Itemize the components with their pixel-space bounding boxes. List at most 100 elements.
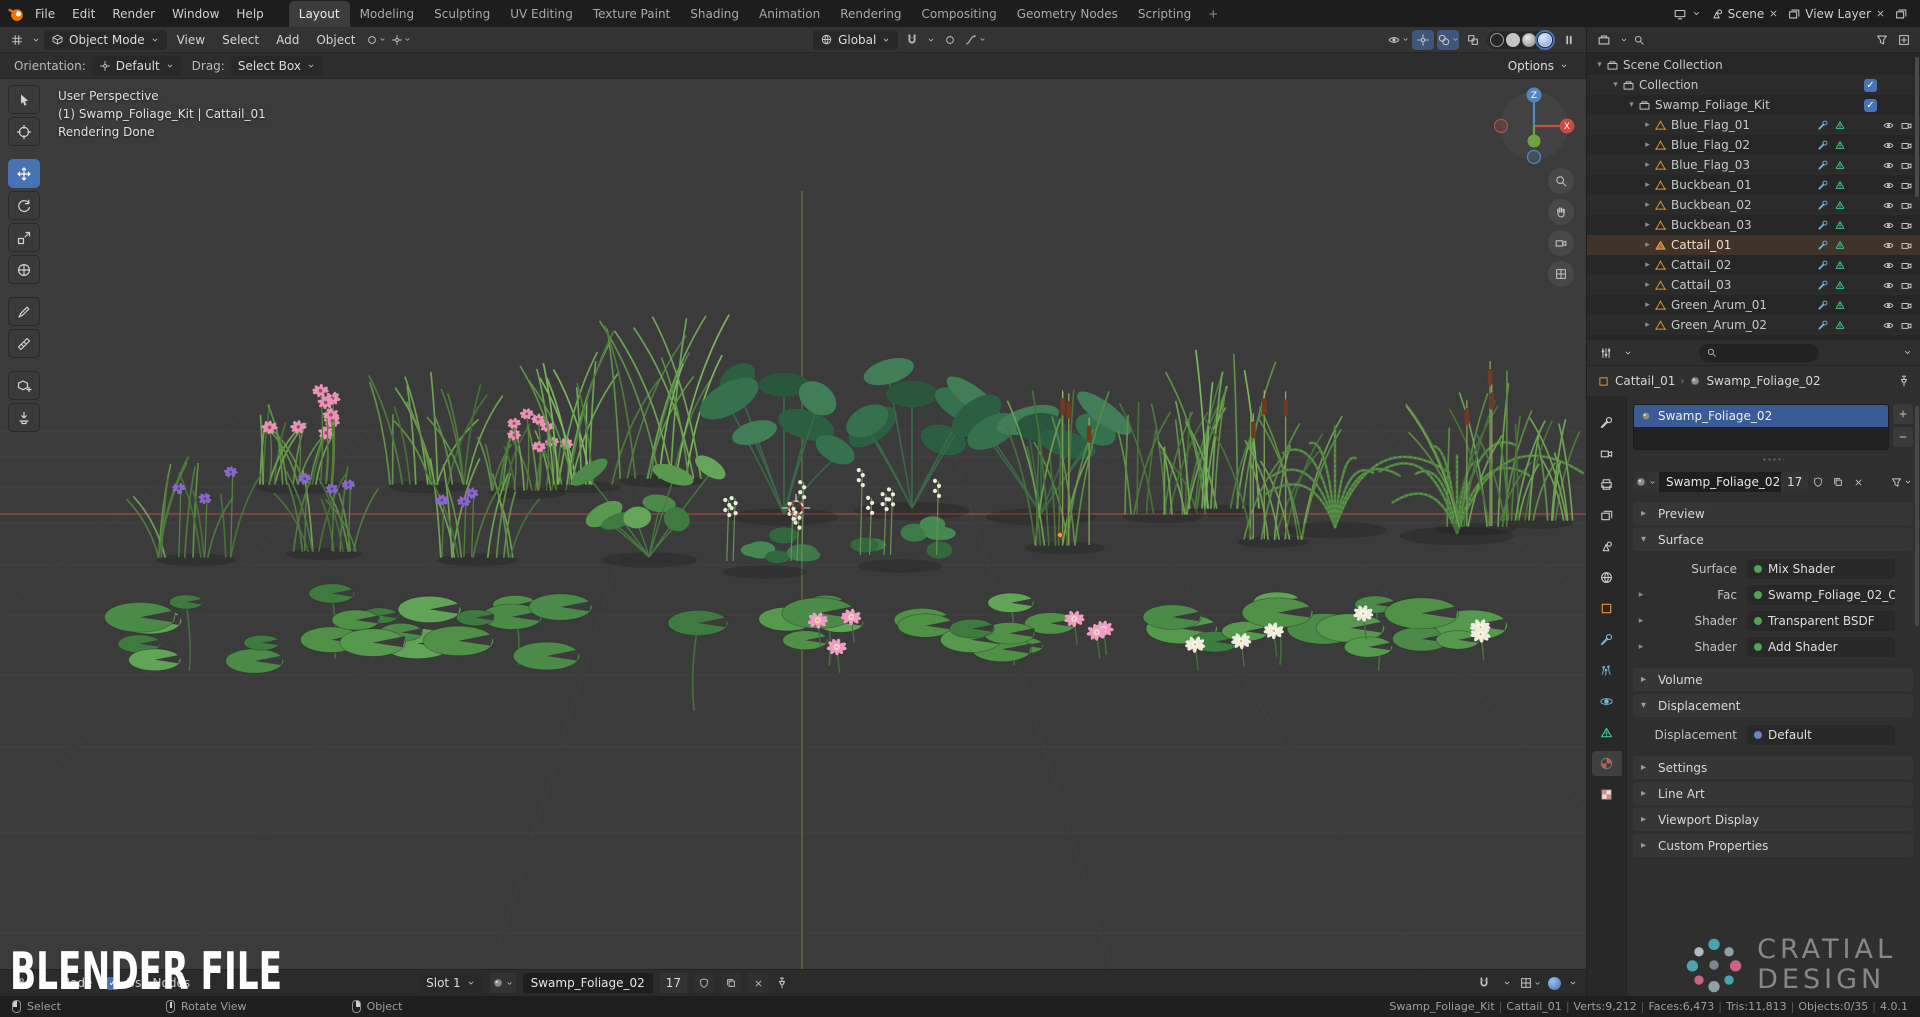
proportional-falloff-dropdown[interactable] <box>964 30 986 50</box>
shading-rendered-button[interactable] <box>1535 29 1555 50</box>
outliner-row-cattail-01[interactable]: ▸ Cattail_01 <box>1587 235 1920 255</box>
panel-surface[interactable]: ▾ Surface <box>1633 528 1913 551</box>
property-value-default[interactable]: Default <box>1747 725 1895 745</box>
material-slot[interactable]: Swamp_Foliage_02 <box>1634 405 1888 427</box>
tab-material[interactable] <box>1591 751 1622 776</box>
tab-compositing[interactable]: Compositing <box>911 1 1006 27</box>
collection-checkbox[interactable]: ✓ <box>1864 78 1877 92</box>
shading-material-button[interactable] <box>1522 32 1536 47</box>
new-material-button[interactable] <box>721 973 742 993</box>
tab-view-layer[interactable] <box>1592 503 1622 528</box>
menu-help[interactable]: Help <box>228 3 271 25</box>
view-layer-selector[interactable]: View Layer <box>1787 7 1886 21</box>
tool-scale[interactable] <box>8 223 40 252</box>
outliner-scrollbar[interactable] <box>1915 57 1919 197</box>
disclosure-triangle-icon[interactable]: ▾ <box>1593 60 1606 70</box>
hide-viewport-icon[interactable] <box>1882 299 1895 312</box>
disable-render-icon[interactable] <box>1900 259 1913 272</box>
tab-data[interactable] <box>1592 720 1622 745</box>
menu-render[interactable]: Render <box>104 3 163 25</box>
property-value-swamp-foliage-02-o-[interactable]: Swamp_Foliage_02_O... <box>1747 585 1895 605</box>
proportional-edit-toggle[interactable] <box>939 30 961 50</box>
transform-orientation-dropdown[interactable]: Global <box>813 29 899 50</box>
tab-modeling[interactable]: Modeling <box>350 1 425 27</box>
pause-render-button[interactable] <box>1558 30 1580 50</box>
tool-annotate[interactable] <box>8 297 40 326</box>
disable-render-icon[interactable] <box>1900 179 1913 192</box>
menu-window[interactable]: Window <box>164 3 227 25</box>
tab-tool[interactable] <box>1592 410 1622 435</box>
tab-geometry-nodes[interactable]: Geometry Nodes <box>1007 1 1128 27</box>
shading-wireframe-button[interactable] <box>1490 32 1504 47</box>
menu-object[interactable]: Object <box>309 30 362 50</box>
node-snap-toggle[interactable] <box>1473 973 1495 993</box>
node-overlay-toggle[interactable] <box>1519 973 1541 993</box>
material-users-button[interactable]: 17 <box>659 973 688 993</box>
shading-solid-button[interactable] <box>1506 32 1520 47</box>
property-value-mix-shader[interactable]: Mix Shader <box>1747 559 1895 579</box>
properties-type-button[interactable] <box>1595 343 1617 363</box>
tab-add-workspace[interactable]: + <box>1201 1 1225 27</box>
outliner-row-green-arum-02[interactable]: ▸ Green_Arum_02 <box>1587 315 1920 335</box>
collection-checkbox[interactable]: ✓ <box>1864 98 1877 112</box>
camera-view-button[interactable] <box>1548 230 1574 256</box>
viewport-canvas[interactable]: XZ User Perspective (1) Swamp_Foliage_Ki… <box>0 79 1586 969</box>
ortho-toggle-button[interactable] <box>1548 261 1574 287</box>
breadcrumb-object[interactable]: Cattail_01 <box>1615 374 1675 388</box>
disclosure-triangle-icon[interactable]: ▸ <box>1641 120 1654 130</box>
tool-move[interactable] <box>8 159 40 188</box>
menu-edit[interactable]: Edit <box>64 3 103 25</box>
pin-icon[interactable] <box>775 976 789 990</box>
menu-select[interactable]: Select <box>215 30 266 50</box>
outliner-row-blue-flag-01[interactable]: ▸ Blue_Flag_01 <box>1587 115 1920 135</box>
tab-world[interactable] <box>1592 565 1622 590</box>
outliner-row-blue-flag-02[interactable]: ▸ Blue_Flag_02 <box>1587 135 1920 155</box>
outliner-row-buckbean-01[interactable]: ▸ Buckbean_01 <box>1587 175 1920 195</box>
tab-animation[interactable]: Animation <box>749 1 830 27</box>
outliner-row-cattail-02[interactable]: ▸ Cattail_02 <box>1587 255 1920 275</box>
hide-viewport-icon[interactable] <box>1882 279 1895 292</box>
outliner-row-buckbean-03[interactable]: ▸ Buckbean_03 <box>1587 215 1920 235</box>
view-layer-unlink-icon[interactable] <box>1875 8 1886 19</box>
disable-render-icon[interactable] <box>1900 319 1913 332</box>
properties-pin-icon[interactable] <box>1897 374 1911 388</box>
unlink-material-button[interactable] <box>748 973 769 993</box>
panel-displacement[interactable]: ▾ Displacement <box>1633 694 1913 717</box>
hide-viewport-icon[interactable] <box>1882 139 1895 152</box>
screen-layout-dropdown[interactable] <box>1673 7 1702 21</box>
tab-modifiers[interactable] <box>1592 627 1622 652</box>
tool-transform[interactable] <box>8 255 40 284</box>
breadcrumb-material[interactable]: Swamp_Foliage_02 <box>1706 374 1820 388</box>
visibility-dropdown[interactable] <box>1387 30 1409 50</box>
material-preview-icon[interactable] <box>1548 976 1561 990</box>
disable-render-icon[interactable] <box>1900 239 1913 252</box>
add-slot-button[interactable] <box>1893 404 1913 424</box>
options-dropdown[interactable]: Options <box>1501 56 1576 76</box>
panel-volume[interactable]: ▸ Volume <box>1633 668 1913 691</box>
disable-render-icon[interactable] <box>1900 159 1913 172</box>
hide-viewport-icon[interactable] <box>1882 219 1895 232</box>
scene-unlink-icon[interactable] <box>1768 8 1779 19</box>
disable-render-icon[interactable] <box>1900 139 1913 152</box>
disclosure-triangle-icon[interactable]: ▸ <box>1641 280 1654 290</box>
unlink-material-button[interactable] <box>1848 472 1869 492</box>
pivot-dropdown[interactable] <box>365 30 387 50</box>
material-users-button[interactable]: 17 <box>1781 472 1809 492</box>
snap-toggle[interactable] <box>901 30 923 50</box>
fake-user-button[interactable] <box>694 973 715 993</box>
panel-line-art[interactable]: ▸ Line Art <box>1633 782 1913 805</box>
tool-measure[interactable] <box>8 329 40 358</box>
tab-sculpting[interactable]: Sculpting <box>424 1 500 27</box>
pan-button[interactable] <box>1548 199 1574 225</box>
disable-render-icon[interactable] <box>1900 119 1913 132</box>
outliner-filter-icon[interactable] <box>1875 33 1889 47</box>
panel-preview[interactable]: ▸ Preview <box>1633 502 1913 525</box>
duplicate-material-button[interactable] <box>1828 472 1849 492</box>
hide-viewport-icon[interactable] <box>1882 179 1895 192</box>
disclosure-triangle-icon[interactable]: ▸ <box>1641 180 1654 190</box>
disclosure-triangle-icon[interactable]: ▸ <box>1641 220 1654 230</box>
outliner-row-scene-collection[interactable]: ▾ Scene Collection <box>1587 55 1920 75</box>
slot-list-resize-grip[interactable] <box>1633 452 1913 466</box>
tab-scene[interactable] <box>1592 534 1622 559</box>
tab-object[interactable] <box>1592 596 1622 621</box>
